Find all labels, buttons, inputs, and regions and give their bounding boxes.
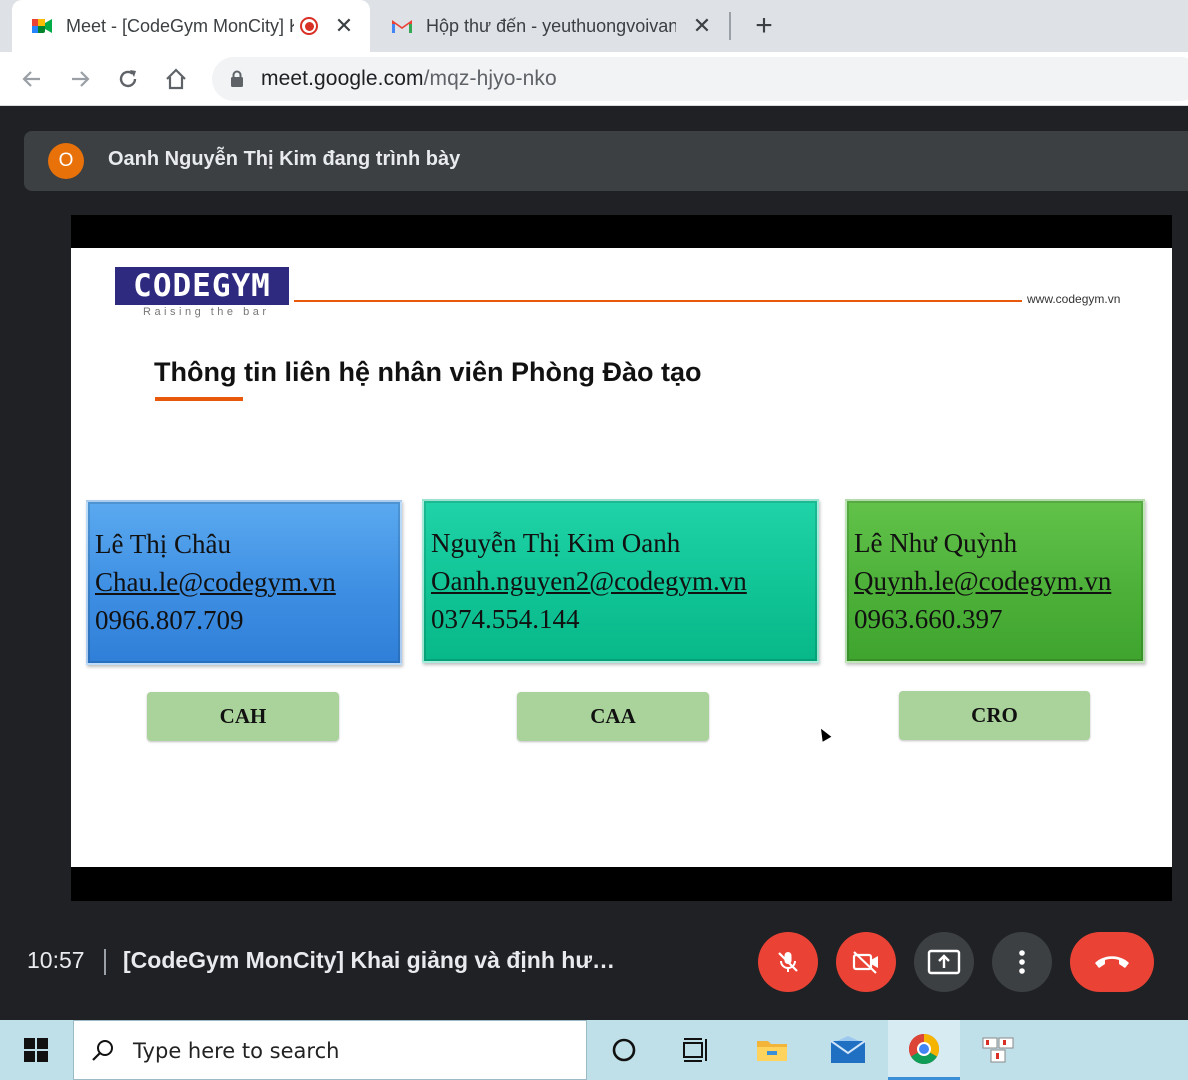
- department-code-box: CAA: [517, 692, 709, 741]
- department-code-box: CRO: [899, 691, 1090, 740]
- tab-strip: Meet - [CodeGym MonCity] Khai giảng ✕ Hộ…: [0, 0, 1188, 52]
- mouse-cursor-icon: [816, 726, 832, 742]
- more-options-button[interactable]: [992, 932, 1052, 992]
- google-meet-icon: [32, 19, 52, 33]
- tab-meet[interactable]: Meet - [CodeGym MonCity] Khai giảng ✕: [12, 0, 370, 52]
- search-icon: [92, 1040, 113, 1061]
- contact-name: Lê Như Quỳnh: [854, 528, 1018, 558]
- meeting-clock: 10:57: [27, 947, 85, 973]
- recording-icon: [300, 17, 318, 35]
- cortana-button[interactable]: [588, 1020, 660, 1080]
- chrome-icon: [908, 1033, 940, 1064]
- meeting-title: [CodeGym MonCity] Khai giảng và định hư…: [123, 947, 615, 973]
- shared-slide: CODEGYM Raising the bar www.codegym.vn T…: [71, 248, 1172, 867]
- taskbar-search-box[interactable]: Type here to search: [73, 1020, 587, 1080]
- address-bar[interactable]: meet.google.com/mqz-hjyo-nko: [212, 57, 1188, 101]
- url-text: meet.google.com/mqz-hjyo-nko: [261, 67, 557, 91]
- contact-name: Lê Thị Châu: [95, 529, 231, 559]
- close-tab-icon[interactable]: ✕: [688, 12, 716, 40]
- windows-logo-icon: [24, 1038, 48, 1062]
- contact-name: Nguyễn Thị Kim Oanh: [431, 528, 681, 558]
- contact-card: Lê Như Quỳnh Quynh.le@codegym.vn 0963.66…: [845, 499, 1145, 663]
- phone-hangup-icon: [1095, 956, 1129, 968]
- mail-button[interactable]: [812, 1020, 884, 1080]
- header-line: [294, 300, 1022, 302]
- start-button[interactable]: [0, 1020, 72, 1080]
- reload-icon: [119, 70, 137, 88]
- presenter-text: Oanh Nguyễn Thị Kim đang trình bày: [108, 148, 461, 170]
- slide-title: Thông tin liên hệ nhân viên Phòng Đào tạ…: [154, 357, 702, 387]
- present-screen-icon: [927, 949, 961, 975]
- tab-gmail[interactable]: Hộp thư đến - yeuthuongvoivang ✕: [372, 0, 728, 52]
- tab-title: Hộp thư đến - yeuthuongvoivang: [426, 15, 676, 36]
- title-underline: [155, 397, 243, 401]
- meet-stage: O Oanh Nguyễn Thị Kim đang trình bày COD…: [0, 107, 1188, 1020]
- department-code-box: CAH: [147, 692, 339, 741]
- back-button[interactable]: [14, 61, 50, 97]
- app-icon: [982, 1037, 1014, 1063]
- url-path: /mqz-hjyo-nko: [423, 67, 557, 90]
- file-explorer-icon: [757, 1041, 787, 1061]
- camera-toggle-button[interactable]: [836, 932, 896, 992]
- new-tab-button[interactable]: +: [748, 9, 780, 42]
- website-label: www.codegym.vn: [1027, 292, 1121, 306]
- contact-email: Oanh.nguyen2@codegym.vn: [431, 566, 747, 596]
- task-view-icon: [683, 1038, 707, 1062]
- cortana-icon: [612, 1038, 636, 1062]
- contact-phone: 0963.660.397: [854, 604, 1003, 634]
- mail-icon: [830, 1036, 866, 1063]
- browser-toolbar: meet.google.com/mqz-hjyo-nko: [0, 52, 1188, 106]
- more-vertical-icon: [1019, 950, 1025, 974]
- logo-slogan: Raising the bar: [143, 306, 270, 318]
- chrome-button[interactable]: [888, 1020, 960, 1080]
- reload-button[interactable]: [110, 61, 146, 97]
- contact-email: Quynh.le@codegym.vn: [854, 566, 1112, 596]
- gmail-icon: [392, 20, 412, 33]
- url-host: meet.google.com: [261, 67, 424, 90]
- file-explorer-button[interactable]: [736, 1020, 808, 1080]
- contact-phone: 0966.807.709: [95, 605, 244, 635]
- camera-off-icon: [852, 951, 878, 974]
- arrow-right-icon: [72, 71, 90, 87]
- leave-call-button[interactable]: [1070, 932, 1154, 992]
- forward-button[interactable]: [62, 61, 98, 97]
- contact-email: Chau.le@codegym.vn: [95, 567, 336, 597]
- task-view-button[interactable]: [660, 1020, 732, 1080]
- present-now-button[interactable]: [914, 932, 974, 992]
- presenter-banner: O Oanh Nguyễn Thị Kim đang trình bày: [24, 131, 1188, 191]
- microphone-off-icon: [778, 952, 798, 972]
- home-icon: [166, 68, 186, 90]
- contact-card: Nguyễn Thị Kim Oanh Oanh.nguyen2@codegym…: [422, 499, 819, 663]
- tab-separator: [729, 12, 731, 40]
- tab-title: Meet - [CodeGym MonCity] Khai giảng: [66, 15, 294, 36]
- contact-phone: 0374.554.144: [431, 604, 580, 634]
- presentation-video[interactable]: CODEGYM Raising the bar www.codegym.vn T…: [71, 215, 1172, 901]
- microphone-toggle-button[interactable]: [758, 932, 818, 992]
- pinned-app-button[interactable]: [962, 1020, 1034, 1080]
- windows-taskbar: Type here to search: [0, 1020, 1188, 1080]
- info-separator: [104, 949, 106, 975]
- arrow-left-icon: [22, 71, 40, 87]
- codegym-logo: CODEGYM: [115, 267, 289, 305]
- search-placeholder: Type here to search: [133, 1039, 340, 1063]
- home-button[interactable]: [158, 61, 194, 97]
- logo-text: CODEGYM: [133, 268, 271, 304]
- contact-card: Lê Thị Châu Chau.le@codegym.vn 0966.807.…: [86, 500, 402, 665]
- close-tab-icon[interactable]: ✕: [330, 12, 358, 40]
- presenter-avatar: O: [48, 143, 84, 179]
- lock-icon: [231, 70, 243, 87]
